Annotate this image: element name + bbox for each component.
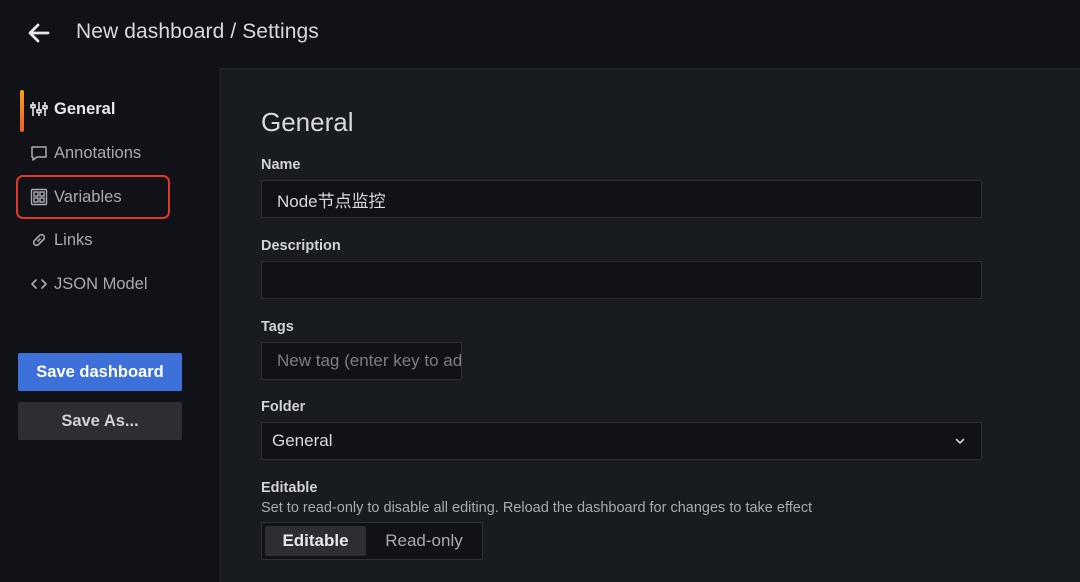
sidebar-item-label: Variables: [54, 187, 122, 206]
read-only-option[interactable]: Read-only: [370, 526, 478, 556]
sidebar-item-label: Links: [54, 230, 93, 249]
section-title: General: [261, 107, 354, 137]
comment-icon: [30, 144, 48, 162]
back-button[interactable]: [26, 20, 52, 46]
code-icon: [30, 275, 48, 293]
editable-label: Editable: [261, 480, 318, 496]
calculator-icon: [30, 188, 48, 206]
sidebar-item-annotations[interactable]: Annotations: [18, 133, 168, 173]
folder-label: Folder: [261, 399, 306, 415]
general-settings-panel: General Name Node节点监控 Description Tags N…: [220, 68, 1080, 582]
page-title: New dashboard / Settings: [76, 20, 319, 43]
save-dashboard-button[interactable]: Save dashboard: [18, 353, 182, 391]
editable-description: Set to read-only to disable all editing.…: [261, 500, 813, 516]
sidebar-item-label: General: [54, 99, 116, 118]
sliders-icon: [30, 100, 48, 118]
settings-sidebar: General Annotations Variables Links JSON…: [0, 68, 220, 582]
top-bar: New dashboard / Settings: [0, 0, 1080, 68]
tags-input[interactable]: New tag (enter key to add): [261, 342, 462, 380]
sidebar-item-label: JSON Model: [54, 274, 148, 293]
link-icon: [30, 231, 48, 249]
save-as-button[interactable]: Save As...: [18, 402, 182, 440]
sidebar-item-variables[interactable]: Variables: [16, 175, 170, 219]
sidebar-item-label: Annotations: [54, 143, 142, 162]
editable-option[interactable]: Editable: [265, 526, 366, 556]
name-input[interactable]: Node节点监控: [261, 180, 982, 218]
description-input[interactable]: [261, 261, 982, 299]
arrow-left-icon: [28, 23, 50, 43]
description-label: Description: [261, 238, 341, 254]
folder-select[interactable]: General: [261, 422, 982, 460]
tags-label: Tags: [261, 319, 294, 335]
sidebar-item-links[interactable]: Links: [18, 220, 168, 260]
chevron-down-icon: [955, 438, 965, 444]
editable-radio-group: Editable Read-only: [261, 522, 483, 560]
sidebar-item-general[interactable]: General: [18, 89, 168, 132]
sidebar-item-json-model[interactable]: JSON Model: [18, 264, 168, 304]
folder-select-value: General: [272, 431, 333, 450]
name-label: Name: [261, 157, 301, 173]
